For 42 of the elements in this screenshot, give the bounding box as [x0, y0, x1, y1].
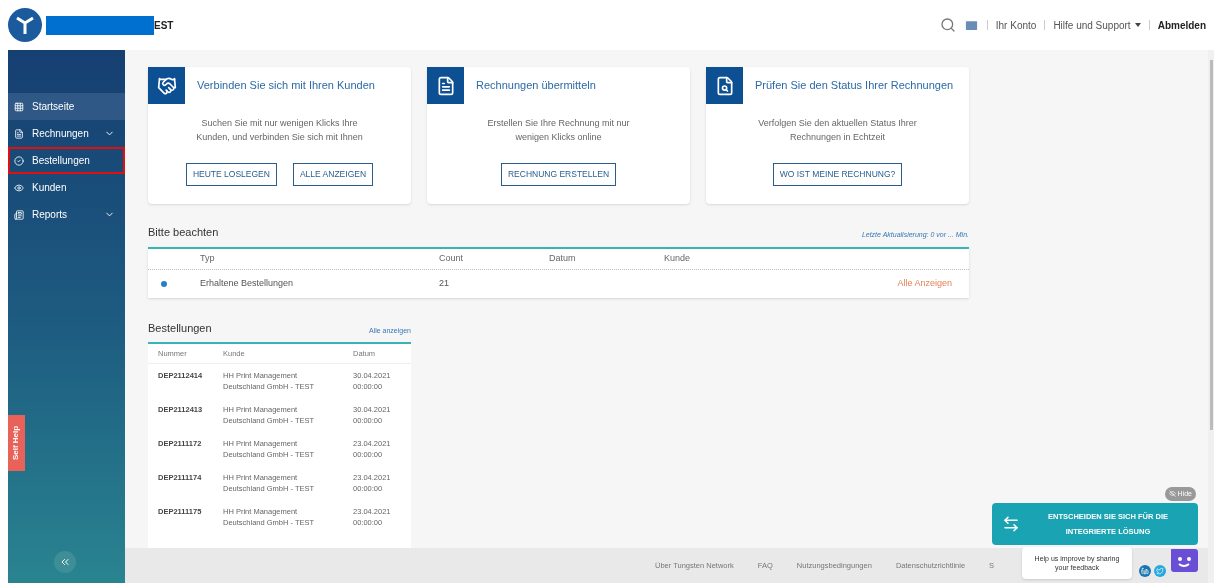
- section-title: Bestellungen: [148, 320, 212, 336]
- check-circle-icon: [14, 155, 24, 166]
- chat-bot-icon[interactable]: [1169, 547, 1199, 575]
- sidebar-item[interactable]: Rechnungen: [8, 120, 125, 147]
- column-header: Datum: [549, 251, 577, 265]
- document-icon: [14, 128, 24, 139]
- card-text: Suchen Sie mit nur wenigen Klicks Ihre Kunden, und verbinden Sie sich mit Ihnen: [195, 117, 364, 144]
- logo-icon: [8, 8, 42, 42]
- double-chevron-icon: [59, 556, 71, 568]
- help-dropdown[interactable]: Hilfe und Support: [1053, 17, 1141, 33]
- header-link[interactable]: Abmelden: [1157, 17, 1206, 33]
- sidebar-item[interactable]: Bestellungen: [8, 147, 125, 174]
- table-cell-text: 21: [439, 276, 449, 290]
- card-text: Verfolgen Sie den aktuellen Status Ihrer Rechnungen in Echtzeit: [757, 117, 918, 144]
- column-header: Count: [439, 251, 465, 265]
- column-header: Kunde: [664, 251, 691, 265]
- card-title: Rechnungen übermitteln: [476, 78, 596, 94]
- grid-icon: [14, 101, 24, 112]
- card-button[interactable]: RECHNUNG ERSTELLEN: [500, 163, 617, 186]
- table-cell-text: Erhaltene Bestellungen: [200, 276, 295, 290]
- column-header: Typ: [200, 251, 216, 265]
- scrollbar-thumb[interactable]: [1209, 60, 1213, 430]
- sidebar-item[interactable]: Reports: [8, 201, 125, 228]
- sidebar-item[interactable]: Startseite: [8, 93, 125, 120]
- newspaper-icon: [14, 209, 24, 220]
- eye-off-icon: [1168, 490, 1176, 498]
- collapse-button[interactable]: [54, 551, 76, 573]
- card-button[interactable]: ALLE ANZEIGEN: [292, 163, 374, 186]
- card-title: Verbinden Sie sich mit Ihren Kunden: [197, 78, 375, 94]
- card-title: Prüfen Sie den Status Ihrer Rechnungen: [755, 78, 954, 94]
- handshake-icon: [156, 75, 177, 96]
- card-button[interactable]: WO IST MEINE RECHNUNG?: [772, 163, 903, 186]
- card-button[interactable]: HEUTE LOSLEGEN: [185, 163, 277, 186]
- sidebar-item[interactable]: Kunden: [8, 174, 125, 201]
- swap-arrows-icon: [1002, 515, 1020, 533]
- caret-icon: [1134, 23, 1141, 27]
- eye-icon: [14, 182, 24, 193]
- header-link[interactable]: Ihr Konto: [995, 17, 1037, 33]
- section-title: Bitte beachten: [148, 225, 219, 240]
- brand-name: EST: [154, 18, 174, 33]
- card-text: Erstellen Sie Ihre Rechnung mit nur wenigen Klicks online: [486, 117, 631, 144]
- search-icon[interactable]: [939, 17, 956, 33]
